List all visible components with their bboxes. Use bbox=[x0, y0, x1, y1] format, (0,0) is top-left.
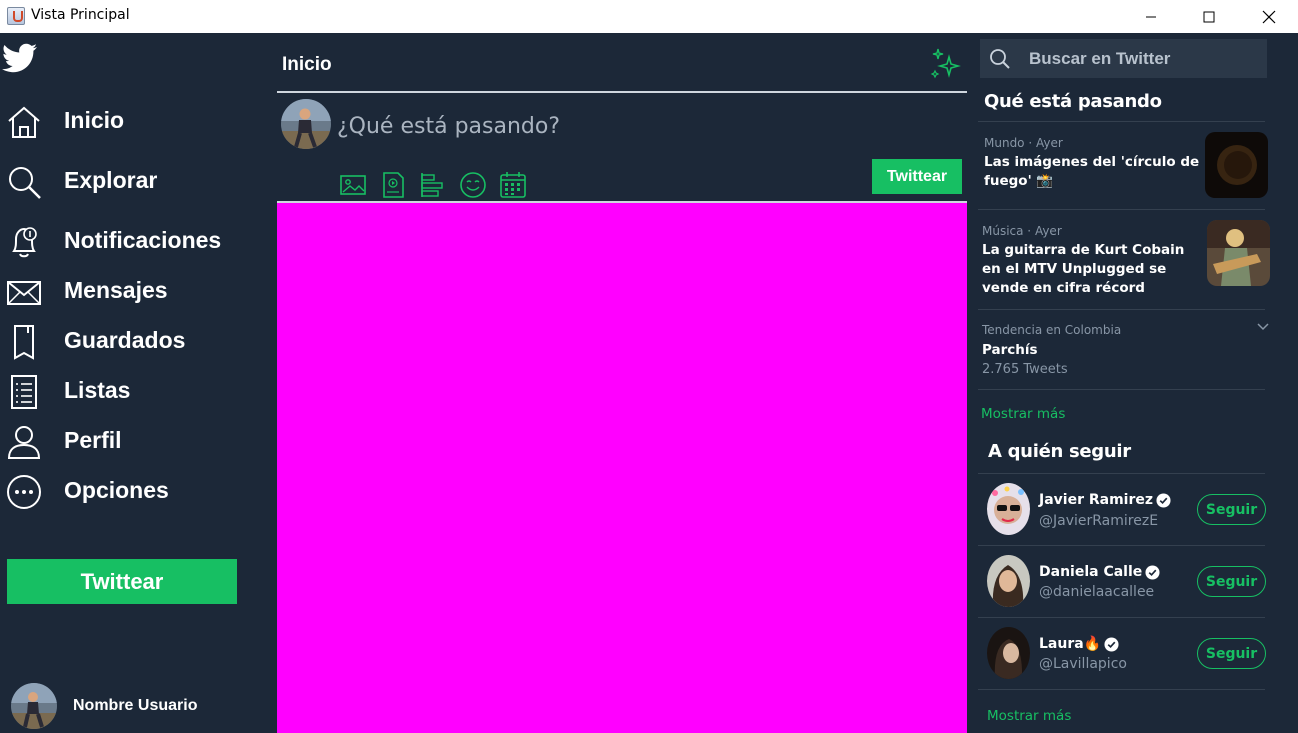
follow-button[interactable]: Seguir bbox=[1197, 566, 1266, 597]
gif-icon[interactable] bbox=[379, 171, 407, 199]
follow-handle: @danielaacallee bbox=[1039, 584, 1155, 600]
search-input[interactable] bbox=[1029, 47, 1259, 71]
home-icon bbox=[8, 106, 40, 138]
person-icon bbox=[7, 426, 41, 459]
trend-tweet-count: 2.765 Tweets bbox=[982, 362, 1068, 377]
page-title: Inicio bbox=[282, 54, 332, 75]
avatar[interactable] bbox=[987, 555, 1030, 607]
window-titlebar: Vista Principal bbox=[0, 0, 1298, 33]
close-icon bbox=[1262, 10, 1276, 23]
bell-icon bbox=[12, 227, 37, 258]
follow-name-text: Javier Ramirez bbox=[1039, 492, 1154, 508]
sidebar-item-inicio[interactable]: Inicio bbox=[0, 98, 260, 142]
follow-name: Daniela Calle bbox=[1039, 564, 1160, 580]
trend-meta: Mundo · Ayer bbox=[984, 136, 1063, 150]
avatar[interactable] bbox=[987, 627, 1030, 679]
search-icon bbox=[9, 167, 41, 199]
sidebar-item-guardados[interactable]: Guardados bbox=[0, 318, 260, 362]
schedule-icon[interactable] bbox=[499, 171, 527, 199]
maximize-button[interactable] bbox=[1180, 0, 1238, 33]
main-timeline: Inicio Twittear bbox=[277, 33, 967, 733]
user-avatar[interactable] bbox=[11, 683, 57, 729]
sidebar-item-label: Notificaciones bbox=[64, 227, 222, 253]
follow-name: Laura🔥 bbox=[1039, 636, 1119, 652]
sidebar-item-perfil[interactable]: Perfil bbox=[0, 418, 260, 462]
verified-icon bbox=[1156, 492, 1171, 508]
avatar[interactable] bbox=[987, 483, 1030, 535]
follow-name-text: Laura🔥 bbox=[1039, 636, 1102, 652]
follow-button[interactable]: Seguir bbox=[1197, 494, 1266, 525]
trend-title: Las imágenes del 'círculo de fuego' 📸 bbox=[984, 154, 1200, 189]
sidebar-item-mensajes[interactable]: Mensajes bbox=[0, 268, 260, 312]
show-more-trends-link[interactable]: Mostrar más bbox=[981, 406, 1065, 422]
sidebar-tweet-button[interactable]: Twittear bbox=[7, 559, 237, 604]
tweet-feed-area[interactable] bbox=[277, 203, 967, 733]
bookmark-icon bbox=[14, 325, 34, 360]
trend-meta: Tendencia en Colombia bbox=[982, 323, 1122, 337]
envelope-icon bbox=[7, 281, 41, 305]
divider bbox=[978, 545, 1265, 546]
sidebar-item-opciones[interactable]: Opciones bbox=[0, 468, 260, 512]
trend-title: Parchís bbox=[982, 342, 1038, 358]
compose-input[interactable] bbox=[337, 109, 897, 143]
compose-avatar bbox=[281, 99, 331, 149]
sidebar-item-explorar[interactable]: Explorar bbox=[0, 158, 260, 202]
image-icon[interactable] bbox=[339, 171, 367, 199]
sidebar-item-label: Listas bbox=[64, 377, 131, 403]
trend-title: La guitarra de Kurt Cobain en el MTV Unp… bbox=[982, 242, 1185, 296]
verified-icon bbox=[1104, 636, 1119, 652]
window-title: Vista Principal bbox=[31, 7, 130, 23]
sidebar-item-listas[interactable]: Listas bbox=[0, 368, 260, 412]
divider bbox=[978, 617, 1265, 618]
more-icon bbox=[7, 475, 41, 509]
sidebar-item-label: Mensajes bbox=[64, 277, 168, 303]
follow-button[interactable]: Seguir bbox=[1197, 638, 1266, 669]
sidebar-item-label: Explorar bbox=[64, 167, 158, 193]
minimize-button[interactable] bbox=[1122, 0, 1180, 33]
compose-tweet-button[interactable]: Twittear bbox=[872, 159, 962, 194]
divider bbox=[978, 309, 1265, 310]
follow-handle: @Lavillapico bbox=[1039, 656, 1127, 672]
search-box[interactable] bbox=[980, 39, 1267, 78]
sidebar-item-notificaciones[interactable]: Notificaciones bbox=[0, 218, 260, 262]
minimize-icon bbox=[1146, 16, 1156, 17]
follow-heading: A quién seguir bbox=[988, 441, 1131, 462]
follow-name: Javier Ramirez bbox=[1039, 492, 1171, 508]
poll-icon[interactable] bbox=[419, 171, 447, 199]
sidebar: Inicio Explorar Notificaciones Mensajes … bbox=[0, 33, 277, 733]
twitter-bird-icon[interactable] bbox=[2, 43, 38, 73]
sidebar-item-label: Inicio bbox=[64, 107, 125, 133]
emoji-icon[interactable] bbox=[459, 171, 487, 199]
divider bbox=[978, 473, 1265, 474]
follow-name-text: Daniela Calle bbox=[1039, 564, 1143, 580]
trend-image bbox=[1207, 220, 1270, 286]
divider bbox=[978, 121, 1265, 122]
trend-meta: Música · Ayer bbox=[982, 224, 1062, 238]
show-more-follow-link[interactable]: Mostrar más bbox=[987, 708, 1071, 724]
user-name: Nombre Usuario bbox=[73, 697, 198, 714]
search-icon bbox=[990, 49, 1010, 69]
java-app-icon bbox=[7, 7, 25, 25]
sidebar-item-label: Guardados bbox=[64, 327, 186, 353]
list-icon bbox=[11, 375, 37, 409]
close-button[interactable] bbox=[1240, 0, 1298, 33]
trends-heading: Qué está pasando bbox=[984, 91, 1162, 112]
sidebar-item-label: Perfil bbox=[64, 427, 122, 453]
verified-icon bbox=[1145, 564, 1160, 580]
right-panel: Qué está pasando Mundo · Ayer Las imágen… bbox=[967, 33, 1298, 733]
sparkle-icon[interactable] bbox=[929, 47, 963, 81]
maximize-icon bbox=[1203, 11, 1215, 22]
chevron-down-icon[interactable] bbox=[1257, 323, 1269, 331]
trend-image bbox=[1205, 132, 1268, 198]
header-divider bbox=[277, 91, 967, 93]
divider bbox=[978, 389, 1265, 390]
divider bbox=[978, 689, 1265, 690]
sidebar-item-label: Opciones bbox=[64, 477, 169, 503]
follow-handle: @JavierRamirezE bbox=[1039, 513, 1159, 529]
divider bbox=[978, 209, 1265, 210]
